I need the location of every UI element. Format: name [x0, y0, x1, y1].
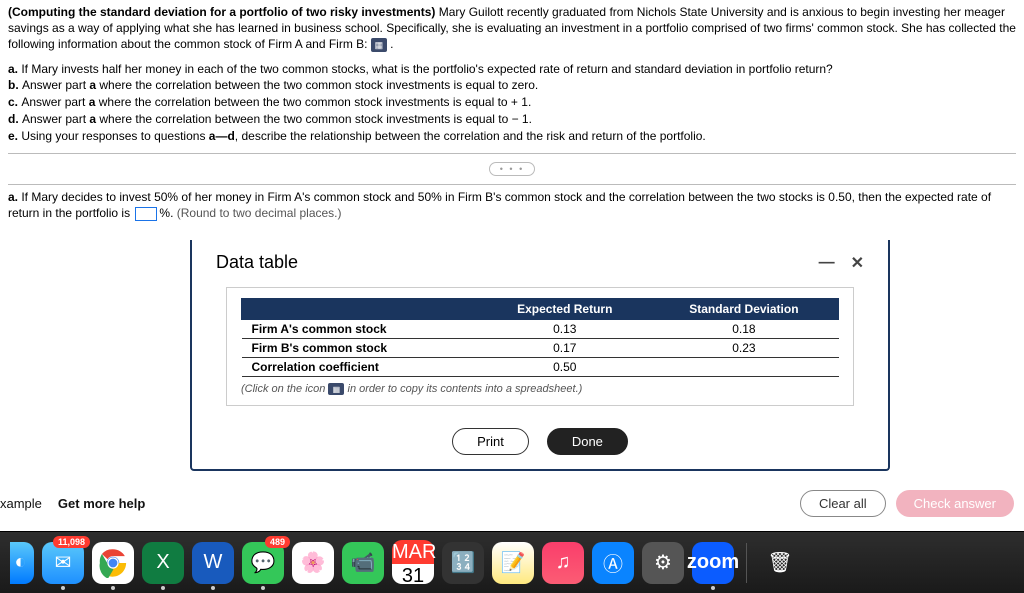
get-more-help-link[interactable]: Get more help: [58, 496, 145, 511]
intro-lead: (Computing the standard deviation for a …: [8, 5, 435, 19]
data-table: Expected Return Standard Deviation Firm …: [241, 298, 839, 377]
question-panel: (Computing the standard deviation for a …: [0, 0, 1024, 226]
dock-app-word[interactable]: W: [192, 542, 234, 584]
example-link[interactable]: xample: [0, 496, 42, 511]
question-e: e. Using your responses to questions a—d…: [8, 128, 1016, 145]
dock-app-settings[interactable]: ⚙: [642, 542, 684, 584]
problem-intro: (Computing the standard deviation for a …: [8, 4, 1016, 53]
dock-app-calendar[interactable]: MAR 31: [392, 542, 434, 584]
question-b: b. Answer part a where the correlation b…: [8, 77, 1016, 94]
clear-all-button[interactable]: Clear all: [800, 490, 886, 517]
print-button[interactable]: Print: [452, 428, 529, 455]
part-a-prompt: a. If Mary decides to invest 50% of her …: [8, 189, 1016, 223]
question-c: c. Answer part a where the correlation b…: [8, 94, 1016, 111]
dock-app-excel[interactable]: X: [142, 542, 184, 584]
question-list: a. If Mary invests half her money in eac…: [8, 61, 1016, 145]
chrome-icon: [98, 548, 128, 578]
divider-line-2: [8, 184, 1016, 185]
modal-title: Data table: [216, 252, 298, 273]
check-answer-button[interactable]: Check answer: [896, 490, 1014, 517]
calendar-month: MAR: [392, 540, 434, 564]
section-collapse[interactable]: • • •: [8, 162, 1016, 176]
data-table-icon[interactable]: ▦: [371, 38, 387, 52]
table-row: Correlation coefficient 0.50: [242, 358, 839, 377]
table-row: Firm B's common stock 0.17 0.23: [242, 339, 839, 358]
th-blank: [242, 299, 481, 320]
dock-app-facetime[interactable]: 📹: [342, 542, 384, 584]
minimize-icon[interactable]: —: [819, 254, 835, 272]
mail-badge: 11,098: [53, 536, 90, 548]
dock-separator: [746, 543, 747, 583]
copy-spreadsheet-icon[interactable]: ▦: [328, 383, 344, 395]
copy-hint: (Click on the icon ▦ in order to copy it…: [241, 383, 839, 395]
rounding-hint: (Round to two decimal places.): [177, 206, 342, 220]
data-table-container: Expected Return Standard Deviation Firm …: [226, 287, 854, 406]
answer-input-a[interactable]: [135, 207, 157, 221]
dock-app-safari[interactable]: ◐: [10, 542, 34, 584]
calendar-day: 31: [402, 564, 424, 586]
dock-app-messages[interactable]: 💬489: [242, 542, 284, 584]
table-row: Firm A's common stock 0.13 0.18: [242, 320, 839, 339]
done-button[interactable]: Done: [547, 428, 628, 455]
close-icon[interactable]: ✕: [851, 253, 864, 273]
question-a: a. If Mary invests half her money in eac…: [8, 61, 1016, 78]
dock-app-photos[interactable]: 🌸: [292, 542, 334, 584]
th-standard-deviation: Standard Deviation: [649, 299, 838, 320]
question-d: d. Answer part a where the correlation b…: [8, 111, 1016, 128]
dock-app-appstore[interactable]: Ⓐ: [592, 542, 634, 584]
dock-app-zoom[interactable]: zoom: [692, 542, 734, 584]
macos-dock: ◐ ✉11,098 X W 💬489 🌸 📹 MAR 31 🔢 📝 ♫ Ⓐ ⚙ …: [0, 531, 1024, 593]
dock-app-music[interactable]: ♫: [542, 542, 584, 584]
dock-app-mail[interactable]: ✉11,098: [42, 542, 84, 584]
messages-badge: 489: [265, 536, 290, 548]
dock-app-chrome[interactable]: [92, 542, 134, 584]
dock-app-notes[interactable]: 📝: [492, 542, 534, 584]
dock-app-trash[interactable]: 🗑: [759, 542, 801, 584]
divider-line: [8, 153, 1016, 154]
th-expected-return: Expected Return: [480, 299, 649, 320]
bottom-bar: xample Get more help Clear all Check ans…: [0, 490, 1024, 517]
data-table-modal: Data table — ✕ Expected Return Standard …: [190, 240, 890, 471]
dock-app-calculator[interactable]: 🔢: [442, 542, 484, 584]
